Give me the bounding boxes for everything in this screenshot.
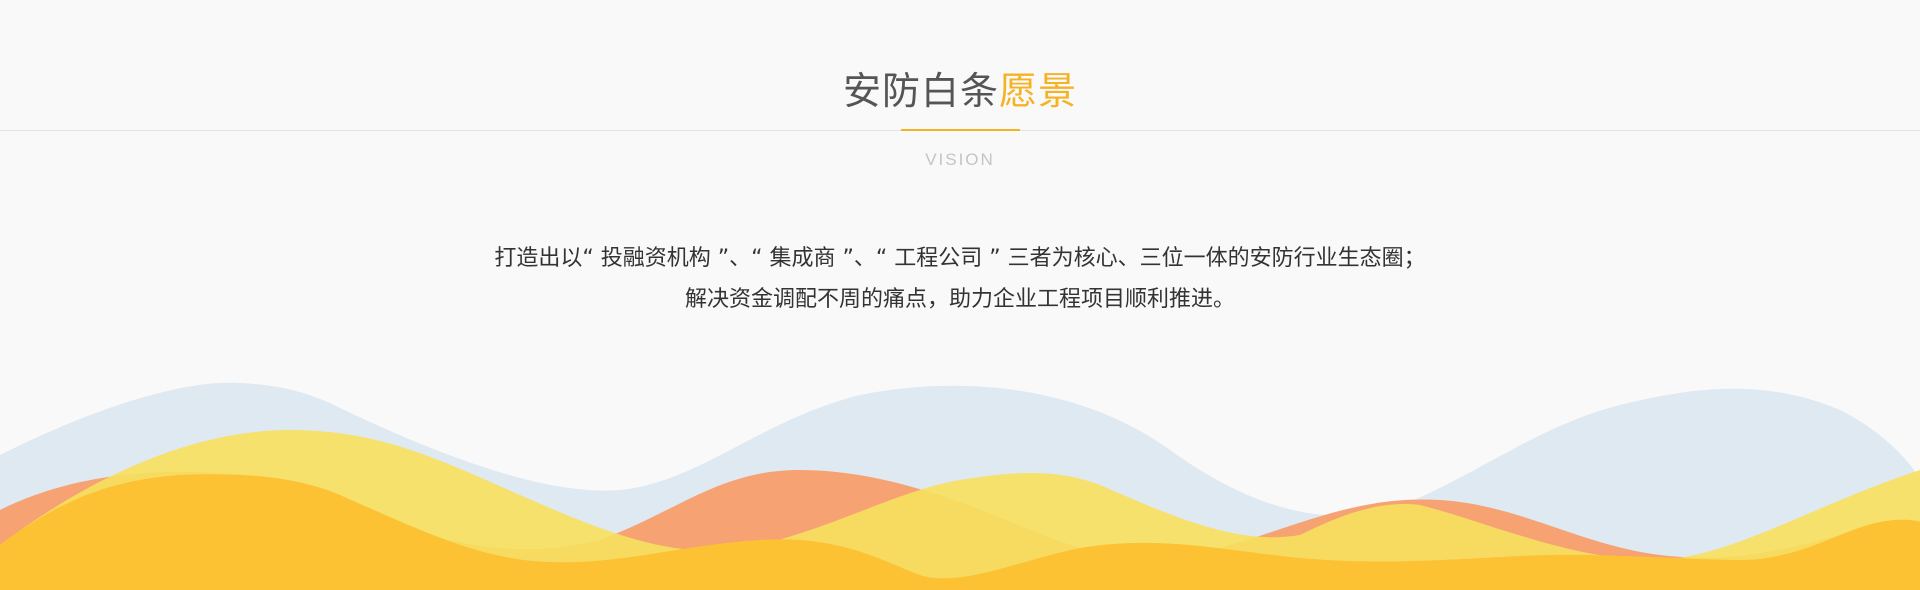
description-line-1: 打造出以“ 投融资机构 ”、“ 集成商 ”、“ 工程公司 ” 三者为核心、三位一… (494, 246, 1426, 271)
section-subtitle: VISION (925, 150, 995, 169)
section-description: 打造出以“ 投融资机构 ”、“ 集成商 ”、“ 工程公司 ” 三者为核心、三位一… (0, 238, 1920, 320)
section-title-accent: 愿景 (999, 69, 1078, 113)
description-line-2: 解决资金调配不周的痛点，助力企业工程项目顺利推进。 (684, 287, 1235, 312)
section-title: 安防白条愿景 (0, 64, 1920, 118)
vision-section: 安防白条愿景 VISION 打造出以“ 投融资机构 ”、“ 集成商 ”、“ 工程… (0, 0, 1920, 590)
section-title-main: 安防白条 (842, 69, 999, 113)
title-underline-accent (901, 129, 1020, 131)
